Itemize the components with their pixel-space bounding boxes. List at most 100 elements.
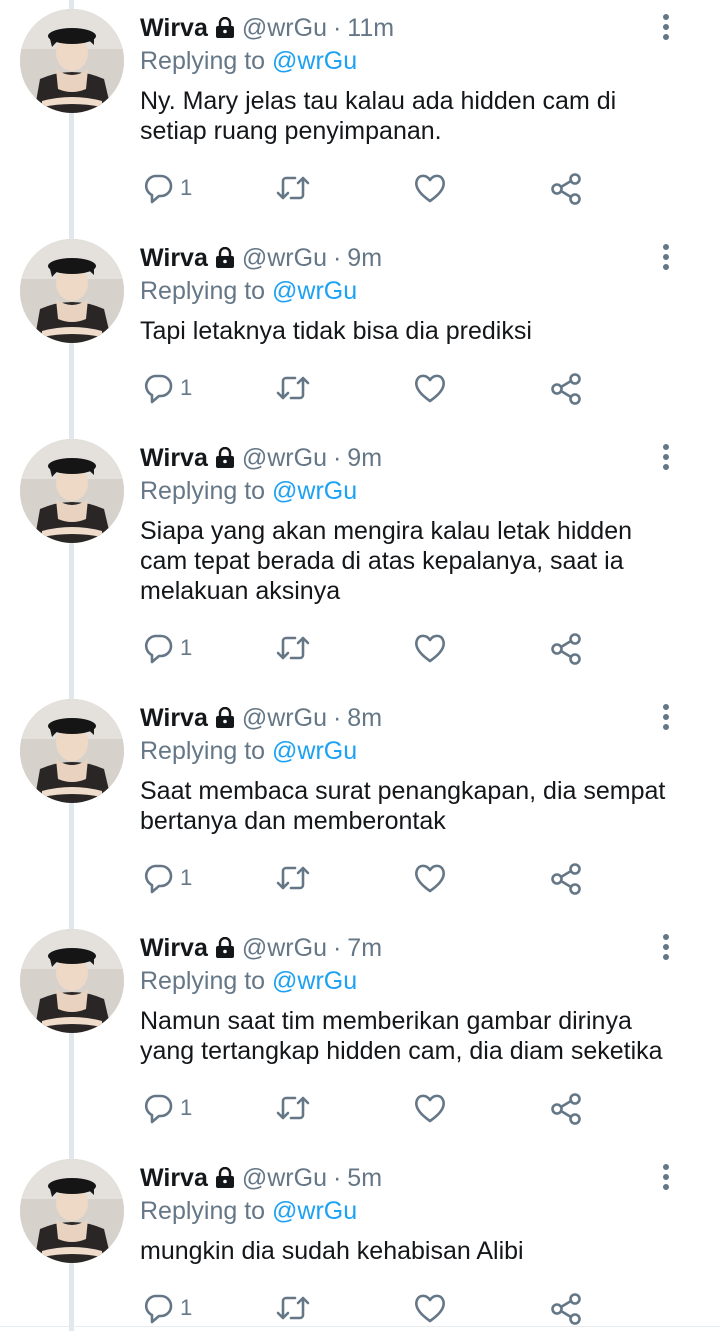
more-vertical-icon[interactable] — [652, 10, 680, 44]
reply-button[interactable]: 1 — [142, 172, 192, 204]
replying-label: Replying to — [140, 1197, 266, 1225]
like-button[interactable] — [413, 1092, 447, 1124]
share-button[interactable] — [549, 372, 583, 406]
timestamp[interactable]: 5m — [347, 1164, 382, 1193]
author-name[interactable]: Wirva — [140, 244, 208, 273]
retweet-button[interactable] — [275, 632, 311, 664]
reply-icon — [142, 862, 174, 894]
replying-mention[interactable]: @wrGu — [272, 1197, 357, 1225]
lock-icon — [214, 937, 236, 959]
retweet-button[interactable] — [275, 1292, 311, 1324]
lock-icon — [214, 447, 236, 469]
share-button[interactable] — [549, 632, 583, 666]
more-vertical-icon[interactable] — [652, 440, 680, 474]
tweet-text-line: Ny. Mary jelas tau kalau ada hidden cam … — [140, 87, 617, 115]
replying-label: Replying to — [140, 967, 266, 995]
separator: · — [332, 703, 342, 732]
more-vertical-icon[interactable] — [652, 700, 680, 734]
tweet-text: Saat membaca surat penangkapan, dia semp… — [140, 776, 700, 836]
like-button[interactable] — [413, 632, 447, 664]
reply-icon — [142, 1092, 174, 1124]
like-button[interactable] — [413, 1292, 447, 1324]
more-vertical-icon[interactable] — [652, 1160, 680, 1194]
tweet-header: Wirva @wrGu · 9m — [140, 441, 382, 475]
avatar-image — [20, 699, 124, 803]
tweet-text: Tapi letaknya tidak bisa dia prediksi — [140, 316, 700, 346]
share-button[interactable] — [549, 1092, 583, 1126]
retweet-button[interactable] — [275, 372, 311, 404]
share-icon — [549, 1292, 583, 1326]
author-name[interactable]: Wirva — [140, 1164, 208, 1193]
share-icon — [549, 372, 583, 406]
reply-button[interactable]: 1 — [142, 862, 192, 894]
like-icon — [413, 172, 447, 204]
tweet-text-line: cam tepat berada di atas kepalanya, saat… — [140, 547, 624, 575]
like-icon — [413, 372, 447, 404]
timestamp[interactable]: 7m — [347, 934, 382, 963]
author-handle[interactable]: @wrGu — [242, 444, 327, 473]
reply-count: 1 — [180, 1095, 193, 1120]
reply-count: 1 — [180, 375, 193, 400]
share-button[interactable] — [549, 172, 583, 206]
author-name[interactable]: Wirva — [140, 14, 208, 43]
reply-count: 1 — [180, 175, 193, 200]
avatar[interactable] — [20, 439, 124, 543]
like-button[interactable] — [413, 172, 447, 204]
replying-mention[interactable]: @wrGu — [272, 277, 357, 305]
lock-icon — [214, 17, 236, 39]
timestamp[interactable]: 8m — [347, 704, 382, 733]
avatar-image — [20, 239, 124, 343]
author-name[interactable]: Wirva — [140, 934, 208, 963]
replying-mention[interactable]: @wrGu — [272, 47, 357, 75]
retweet-button[interactable] — [275, 172, 311, 204]
reply-icon — [142, 372, 174, 404]
replying-mention[interactable]: @wrGu — [272, 967, 357, 995]
replying-mention[interactable]: @wrGu — [272, 477, 357, 505]
avatar[interactable] — [20, 239, 124, 343]
tweet-header: Wirva @wrGu · 8m — [140, 701, 382, 735]
tweet-text-line: mungkin dia sudah kehabisan Alibi — [140, 1237, 524, 1265]
share-button[interactable] — [549, 862, 583, 896]
tweet-text: Siapa yang akan mengira kalau letak hidd… — [140, 516, 700, 606]
timestamp[interactable]: 9m — [347, 444, 382, 473]
separator: · — [332, 933, 342, 962]
avatar[interactable] — [20, 1159, 124, 1263]
retweet-icon — [275, 172, 311, 204]
author-handle[interactable]: @wrGu — [242, 704, 327, 733]
author-name[interactable]: Wirva — [140, 444, 208, 473]
share-icon — [549, 172, 583, 206]
author-handle[interactable]: @wrGu — [242, 244, 327, 273]
tweet-header: Wirva @wrGu · 11m — [140, 11, 394, 45]
retweet-button[interactable] — [275, 862, 311, 894]
like-button[interactable] — [413, 862, 447, 894]
tweet-header: Wirva @wrGu · 5m — [140, 1161, 382, 1195]
replying-mention[interactable]: @wrGu — [272, 737, 357, 765]
reply-icon — [142, 1292, 174, 1324]
like-button[interactable] — [413, 372, 447, 404]
timestamp[interactable]: 11m — [347, 14, 394, 43]
author-handle[interactable]: @wrGu — [242, 14, 327, 43]
avatar[interactable] — [20, 929, 124, 1033]
tweet-text-line: melakuan aksinya — [140, 577, 341, 605]
retweet-button[interactable] — [275, 1092, 311, 1124]
author-handle[interactable]: @wrGu — [242, 934, 327, 963]
tweet-text-line: Namun saat tim memberikan gambar dirinya — [140, 1007, 632, 1035]
tweet-text-line: setiap ruang penyimpanan. — [140, 117, 442, 145]
more-vertical-icon[interactable] — [652, 240, 680, 274]
share-button[interactable] — [549, 1292, 583, 1326]
avatar-image — [20, 439, 124, 543]
reply-button[interactable]: 1 — [142, 632, 192, 664]
more-vertical-icon[interactable] — [652, 930, 680, 964]
like-icon — [413, 1092, 447, 1124]
avatar[interactable] — [20, 9, 124, 113]
reply-button[interactable]: 1 — [142, 1292, 192, 1324]
like-icon — [413, 1292, 447, 1324]
avatar[interactable] — [20, 699, 124, 803]
reply-button[interactable]: 1 — [142, 372, 192, 404]
author-name[interactable]: Wirva — [140, 704, 208, 733]
author-handle[interactable]: @wrGu — [242, 1164, 327, 1193]
timestamp[interactable]: 9m — [347, 244, 382, 273]
tweet-header: Wirva @wrGu · 9m — [140, 241, 382, 275]
replying-to: Replying to @wrGu — [140, 274, 357, 308]
reply-button[interactable]: 1 — [142, 1092, 192, 1124]
